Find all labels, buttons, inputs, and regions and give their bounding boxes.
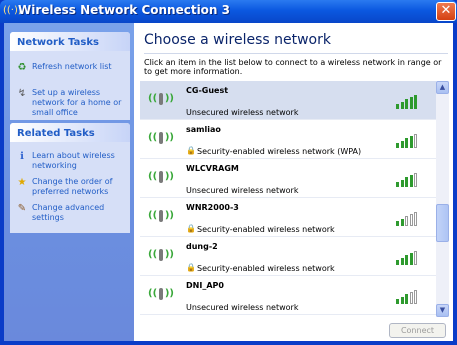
star-icon: ★ [17,177,27,188]
network-list: (()) CG-Guest Unsecured wireless network((… [140,81,436,317]
signal-bar [414,211,417,226]
network-status: Security-enabled wireless network (WPA) [197,147,362,156]
signal-bar [400,140,404,148]
network-item[interactable]: (()) DNI_AP0 Unsecured wireless network [140,276,436,315]
lock-icon: 🔒 [186,263,196,272]
scroll-down-button[interactable]: ▼ [436,304,449,317]
signal-bar [396,143,399,148]
signal-bar [405,294,408,304]
signal-bar [405,99,408,109]
signal-bar [414,94,417,109]
signal-bar [405,177,408,187]
signal-bar [409,214,413,226]
network-tasks-panel: Network Tasks ♻ Refresh network list ↯ S… [10,32,130,120]
wireless-antenna-icon: (()) [148,93,174,105]
window-border [0,341,457,345]
task-label: Change the order of preferred networks [32,177,113,196]
lock-icon: 🔒 [186,224,196,233]
signal-bar [409,136,413,148]
network-status: Unsecured wireless network [186,303,299,312]
task-label: Change advanced settings [32,203,105,222]
signal-bar [396,104,399,109]
wireless-antenna-icon: (()) [148,132,174,144]
signal-strength-icon [396,94,420,109]
network-name: DNI_AP0 [186,281,224,290]
network-status: Security-enabled wireless network [197,225,335,234]
network-item[interactable]: (()) dung-2 🔒 Security-enabled wireless net… [140,237,436,276]
signal-bar [400,296,404,304]
task-pane: Network Tasks ♻ Refresh network list ↯ S… [4,23,134,341]
close-button[interactable]: ✕ [436,2,456,21]
title-bar[interactable]: ((·)) Wireless Network Connection 3 ✕ [0,0,457,23]
wireless-antenna-icon: (()) [148,249,174,261]
network-item[interactable]: (()) WNR2000-3 🔒 Security-enabled wireless … [140,198,436,237]
learn-about-wireless-link[interactable]: ℹ Learn about wireless networking [10,151,130,171]
network-name: WLCVRAGM [186,164,239,173]
signal-bar [400,179,404,187]
signal-bar [400,257,404,265]
signal-bar [414,250,417,265]
network-name: samliao [186,125,221,134]
connect-button[interactable]: Connect [389,323,446,338]
refresh-icon: ♻ [17,62,27,73]
related-tasks-panel: Related Tasks ℹ Learn about wireless net… [10,123,130,233]
signal-bar [409,253,413,265]
info-icon: ℹ [20,151,24,162]
refresh-network-list-link[interactable]: ♻ Refresh network list [10,62,130,73]
signal-bar [414,289,417,304]
window-title: Wireless Network Connection 3 [18,3,230,17]
task-label: Refresh network list [32,62,112,71]
signal-bar [405,216,408,226]
change-preferred-order-link[interactable]: ★ Change the order of preferred networks [10,177,130,197]
main-panel: Choose a wireless network Click an item … [134,23,453,341]
page-title: Choose a wireless network [144,32,331,48]
network-name: dung-2 [186,242,218,251]
task-label: Set up a wireless network for a home or … [32,88,122,117]
signal-bar [396,260,399,265]
signal-bar [396,299,399,304]
window: ((·)) Wireless Network Connection 3 ✕ Ne… [0,0,457,345]
signal-strength-icon [396,250,420,265]
network-item[interactable]: (()) WLCVRAGM Unsecured wireless network [140,159,436,198]
network-name: WNR2000-3 [186,203,239,212]
signal-strength-icon [396,289,420,304]
network-status: Unsecured wireless network [186,108,299,117]
signal-bar [409,292,413,304]
wireless-antenna-icon: (()) [148,210,174,222]
scroll-thumb[interactable] [436,204,449,242]
network-item[interactable]: (()) CG-Guest Unsecured wireless network [140,81,436,120]
signal-bar [396,182,399,187]
setup-wireless-network-link[interactable]: ↯ Set up a wireless network for a home o… [10,88,128,118]
instructions-text: Click an item in the list below to conne… [144,58,442,76]
network-status: Unsecured wireless network [186,186,299,195]
network-item[interactable]: (()) samliao 🔒 Security-enabled wireless ne… [140,120,436,159]
wireless-antenna-icon: (()) [148,288,174,300]
signal-strength-icon [396,133,420,148]
lock-icon: 🔒 [186,146,196,155]
signal-bar [409,175,413,187]
settings-icon: ✎ [17,203,27,214]
signal-bar [409,97,413,109]
signal-bar [405,255,408,265]
signal-bar [414,133,417,148]
signal-strength-icon [396,172,420,187]
network-status: Security-enabled wireless network [197,264,335,273]
task-label: Learn about wireless networking [32,151,115,170]
signal-strength-icon [396,211,420,226]
network-name: CG-Guest [186,86,229,95]
network-tasks-title: Network Tasks [10,32,130,51]
scroll-up-button[interactable]: ▲ [436,81,449,94]
signal-bar [400,101,404,109]
signal-bar [400,218,404,226]
change-advanced-settings-link[interactable]: ✎ Change advanced settings [10,203,130,223]
wireless-antenna-icon: (()) [148,171,174,183]
signal-bar [396,221,399,226]
signal-bar [405,138,408,148]
setup-wireless-icon: ↯ [17,88,27,99]
related-tasks-title: Related Tasks [10,123,130,142]
signal-bar [414,172,417,187]
divider [144,53,448,54]
scrollbar[interactable]: ▲ ▼ [436,81,449,317]
